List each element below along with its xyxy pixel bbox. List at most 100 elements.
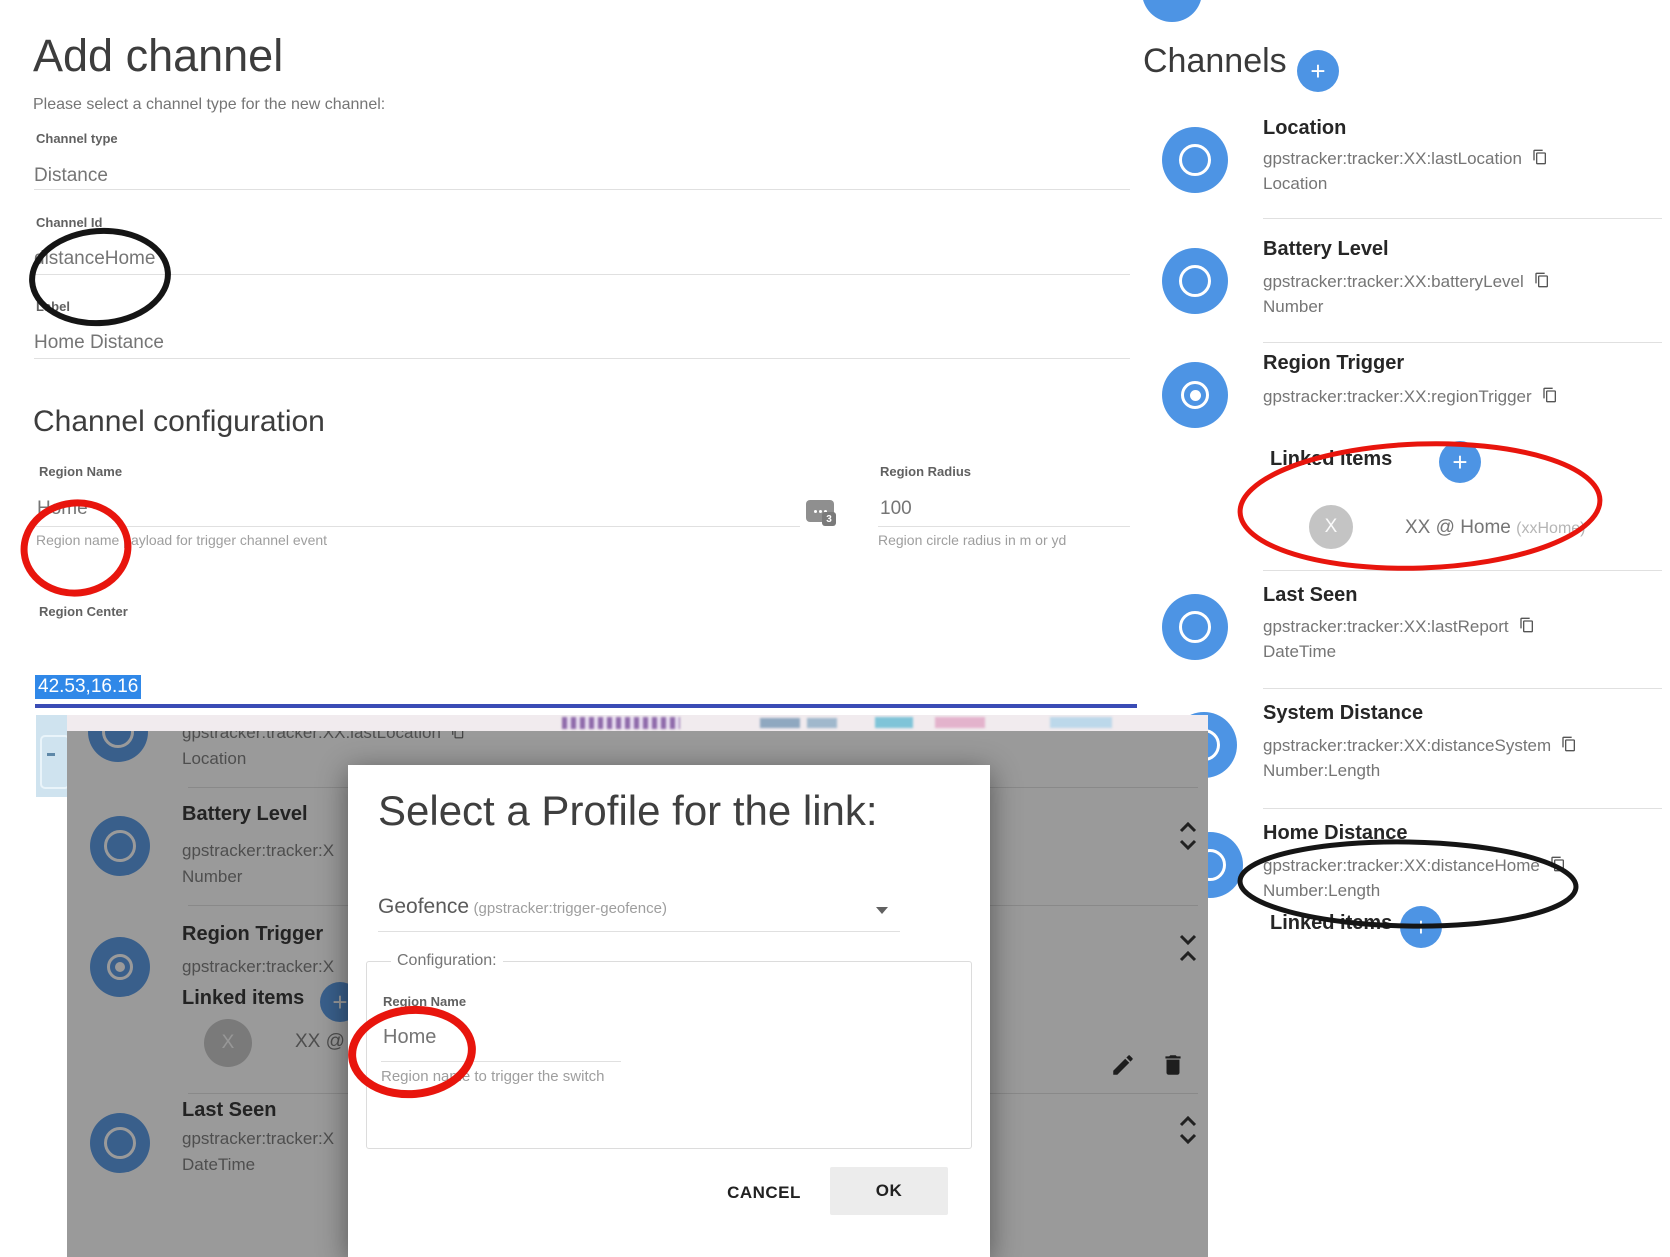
- channel-uid-row: gpstracker:tracker:XX:lastReport: [1263, 616, 1535, 637]
- channel-uid: gpstracker:tracker:XX:lastReport: [1263, 617, 1509, 636]
- channel-uid: gpstracker:tracker:XX:distanceSystem: [1263, 736, 1551, 755]
- screenshot-canvas: Add channel Please select a channel type…: [0, 0, 1670, 1257]
- channel-uid: gpstracker:tracker:XX:regionTrigger: [1263, 387, 1532, 406]
- region-radius-field[interactable]: 100: [880, 498, 912, 520]
- region-center-field[interactable]: 42.53,16.16: [35, 675, 141, 699]
- label-label: Label: [36, 299, 70, 314]
- copy-icon[interactable]: [1532, 148, 1548, 166]
- region-name-helper: Region name payload for trigger channel …: [36, 532, 327, 548]
- linked-item-id: (xxHome): [1516, 520, 1585, 537]
- fragment-lightblue: [1050, 717, 1112, 728]
- screenshot-fragment-strip: [36, 715, 67, 797]
- channel-separator: [1263, 808, 1662, 809]
- form-subtitle: Please select a channel type for the new…: [33, 96, 385, 114]
- region-radius-helper: Region circle radius in m or yd: [878, 532, 1066, 548]
- channel-uid-row: gpstracker:tracker:XX:distanceHome: [1263, 855, 1566, 876]
- label-underline: [34, 358, 1130, 359]
- channel-title: Region Trigger: [1263, 352, 1404, 375]
- circle-icon: [1179, 144, 1211, 176]
- dialog-region-name-label: Region Name: [383, 994, 466, 1009]
- linked-item-row[interactable]: XX @ Home (xxHome): [1405, 517, 1586, 539]
- circle-icon: [1179, 265, 1211, 297]
- circle-icon: [1179, 611, 1211, 643]
- channel-uid: gpstracker:tracker:XX:batteryLevel: [1263, 272, 1524, 291]
- chevron-down-icon[interactable]: [876, 907, 888, 914]
- channel-type-field[interactable]: Distance: [34, 165, 108, 187]
- dialog-title: Select a Profile for the link:: [378, 787, 878, 835]
- region-name-field[interactable]: Home: [37, 498, 88, 520]
- channel-uid-row: gpstracker:tracker:XX:regionTrigger: [1263, 386, 1558, 407]
- region-radius-underline: [878, 526, 1130, 527]
- dialog-region-name-field[interactable]: Home: [383, 1026, 436, 1049]
- add-linked-item-button[interactable]: +: [1400, 906, 1442, 948]
- configuration-fieldset: Configuration: Region Name Home Region n…: [366, 961, 972, 1149]
- fragment-keypad-icon: [40, 735, 70, 789]
- select-profile-dialog: Select a Profile for the link: Geofence …: [348, 765, 990, 1257]
- region-radius-label: Region Radius: [880, 464, 971, 479]
- screenshot-edge-band: [67, 715, 1208, 731]
- fragment-blue: [760, 718, 800, 728]
- channel-separator: [1263, 570, 1662, 571]
- copy-icon[interactable]: [1550, 855, 1566, 873]
- channel-separator: [1263, 218, 1662, 219]
- channel-type-label: Channel type: [36, 131, 118, 146]
- copy-icon[interactable]: [1561, 735, 1577, 753]
- region-name-underline: [36, 526, 800, 527]
- channel-title: Location: [1263, 117, 1346, 140]
- partial-avatar-top: [1142, 0, 1202, 22]
- channel-title: Battery Level: [1263, 238, 1389, 261]
- channel-icon-battery: [1162, 248, 1228, 314]
- channel-type: DateTime: [1263, 642, 1336, 662]
- page-title: Add channel: [33, 30, 283, 82]
- channel-id-field[interactable]: distanceHome: [34, 248, 155, 270]
- channel-title: Last Seen: [1263, 584, 1357, 607]
- channel-type: Number:Length: [1263, 761, 1380, 781]
- channel-configuration-title: Channel configuration: [33, 405, 325, 439]
- dialog-region-name-underline: [381, 1061, 621, 1062]
- plus-icon: +: [1310, 56, 1325, 87]
- label-field[interactable]: Home Distance: [34, 332, 164, 354]
- input-method-badge: 3: [822, 512, 836, 526]
- ok-button[interactable]: OK: [830, 1167, 948, 1215]
- add-channel-button[interactable]: +: [1297, 50, 1339, 92]
- configuration-legend: Configuration:: [391, 952, 503, 970]
- channel-separator: [1263, 688, 1662, 689]
- region-name-label: Region Name: [39, 464, 122, 479]
- fragment-teal: [875, 717, 913, 728]
- profile-value: Geofence: [378, 895, 469, 918]
- channel-uid-row: gpstracker:tracker:XX:lastLocation: [1263, 148, 1548, 169]
- profile-underline: [378, 931, 900, 932]
- channel-icon-last-seen: [1162, 594, 1228, 660]
- channel-type: Number: [1263, 297, 1323, 317]
- dialog-region-name-helper: Region name to trigger the switch: [381, 1068, 604, 1085]
- add-linked-item-button[interactable]: +: [1439, 441, 1481, 483]
- channel-id-label: Channel Id: [36, 215, 102, 230]
- copy-icon[interactable]: [1534, 271, 1550, 289]
- cancel-button[interactable]: CANCEL: [704, 1173, 824, 1213]
- channel-type: Number:Length: [1263, 881, 1380, 901]
- plus-icon: +: [1452, 447, 1467, 478]
- profile-id: (gpstracker:trigger-geofence): [474, 900, 667, 917]
- copy-icon[interactable]: [1519, 616, 1535, 634]
- channel-separator: [1263, 342, 1662, 343]
- linked-items-header: Linked items: [1270, 448, 1392, 471]
- linked-items-header: Linked items: [1270, 912, 1392, 935]
- profile-select[interactable]: Geofence (gpstracker:trigger-geofence): [378, 895, 667, 919]
- channel-type-underline: [34, 189, 1130, 190]
- channel-title: System Distance: [1263, 702, 1423, 725]
- fragment-pink: [935, 717, 985, 728]
- channel-uid: gpstracker:tracker:XX:lastLocation: [1263, 149, 1522, 168]
- channel-uid-row: gpstracker:tracker:XX:distanceSystem: [1263, 735, 1577, 756]
- channel-type: Location: [1263, 174, 1327, 194]
- linked-item-avatar: X: [1309, 505, 1353, 549]
- channel-id-underline: [34, 274, 1130, 275]
- channels-panel-title: Channels: [1143, 42, 1287, 81]
- channel-icon-region-trigger: [1162, 362, 1228, 428]
- channel-uid-row: gpstracker:tracker:XX:batteryLevel: [1263, 271, 1550, 292]
- circle-dot-icon: [1181, 381, 1209, 409]
- channel-uid: gpstracker:tracker:XX:distanceHome: [1263, 856, 1540, 875]
- copy-icon[interactable]: [1542, 386, 1558, 404]
- channel-icon-location: [1162, 127, 1228, 193]
- link-dialog-overlay: gpstracker:tracker:XX:lastLocation Locat…: [67, 715, 1208, 1257]
- fragment-purple: [562, 717, 680, 729]
